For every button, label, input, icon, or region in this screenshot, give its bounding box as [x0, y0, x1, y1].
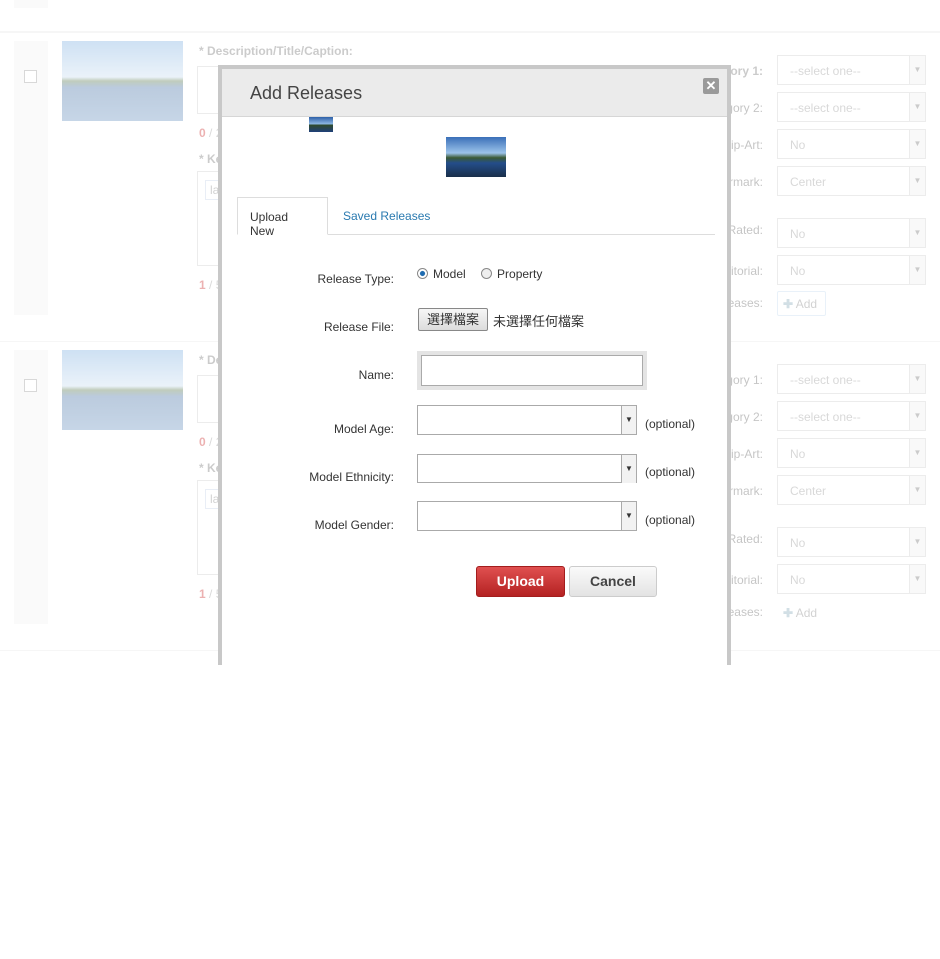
radio-property[interactable]: Property — [481, 267, 542, 281]
add-releases-modal: Add Releases ✕ Upload New Saved Releases… — [218, 65, 731, 665]
file-status: 未選擇任何檔案 — [493, 314, 585, 329]
optional-note: (optional) — [645, 465, 696, 479]
release-thumbnail-small — [309, 117, 333, 132]
name-label: Name: — [358, 368, 394, 382]
tab-upload-new[interactable]: Upload New — [237, 197, 328, 238]
release-file-label: Release File: — [323, 320, 394, 334]
close-icon[interactable]: ✕ — [703, 78, 719, 94]
tab-saved-releases[interactable]: Saved Releases — [331, 197, 442, 235]
release-thumbnail — [446, 137, 506, 177]
radio-unselected-icon — [481, 268, 493, 279]
model-gender-label: Model Gender: — [314, 518, 394, 532]
cancel-button[interactable]: Cancel — [569, 566, 657, 597]
radio-selected-icon — [417, 268, 428, 279]
model-ethnicity-select[interactable]: ▼ — [417, 454, 637, 483]
model-age-select[interactable]: ▼ — [417, 405, 637, 435]
tab-bar: Upload New Saved Releases — [237, 197, 715, 238]
choose-file-button[interactable]: 選擇檔案 — [418, 308, 488, 331]
chevron-down-icon: ▼ — [621, 406, 636, 434]
release-type-label: Release Type: — [317, 272, 395, 286]
optional-note: (optional) — [645, 513, 696, 527]
name-input[interactable] — [421, 355, 643, 386]
model-gender-select[interactable]: ▼ — [417, 501, 637, 531]
release-type-radio-group: Model Property — [417, 267, 542, 281]
modal-title: Add Releases — [222, 69, 727, 117]
model-age-label: Model Age: — [333, 422, 394, 436]
model-ethnicity-label: Model Ethnicity: — [309, 470, 394, 484]
optional-note: (optional) — [645, 417, 696, 431]
chevron-down-icon: ▼ — [621, 455, 636, 483]
next-row — [0, 650, 940, 959]
name-field-wrap — [417, 351, 647, 390]
chevron-down-icon: ▼ — [621, 502, 636, 530]
upload-button[interactable]: Upload — [476, 566, 565, 597]
radio-model[interactable]: Model — [417, 267, 466, 281]
